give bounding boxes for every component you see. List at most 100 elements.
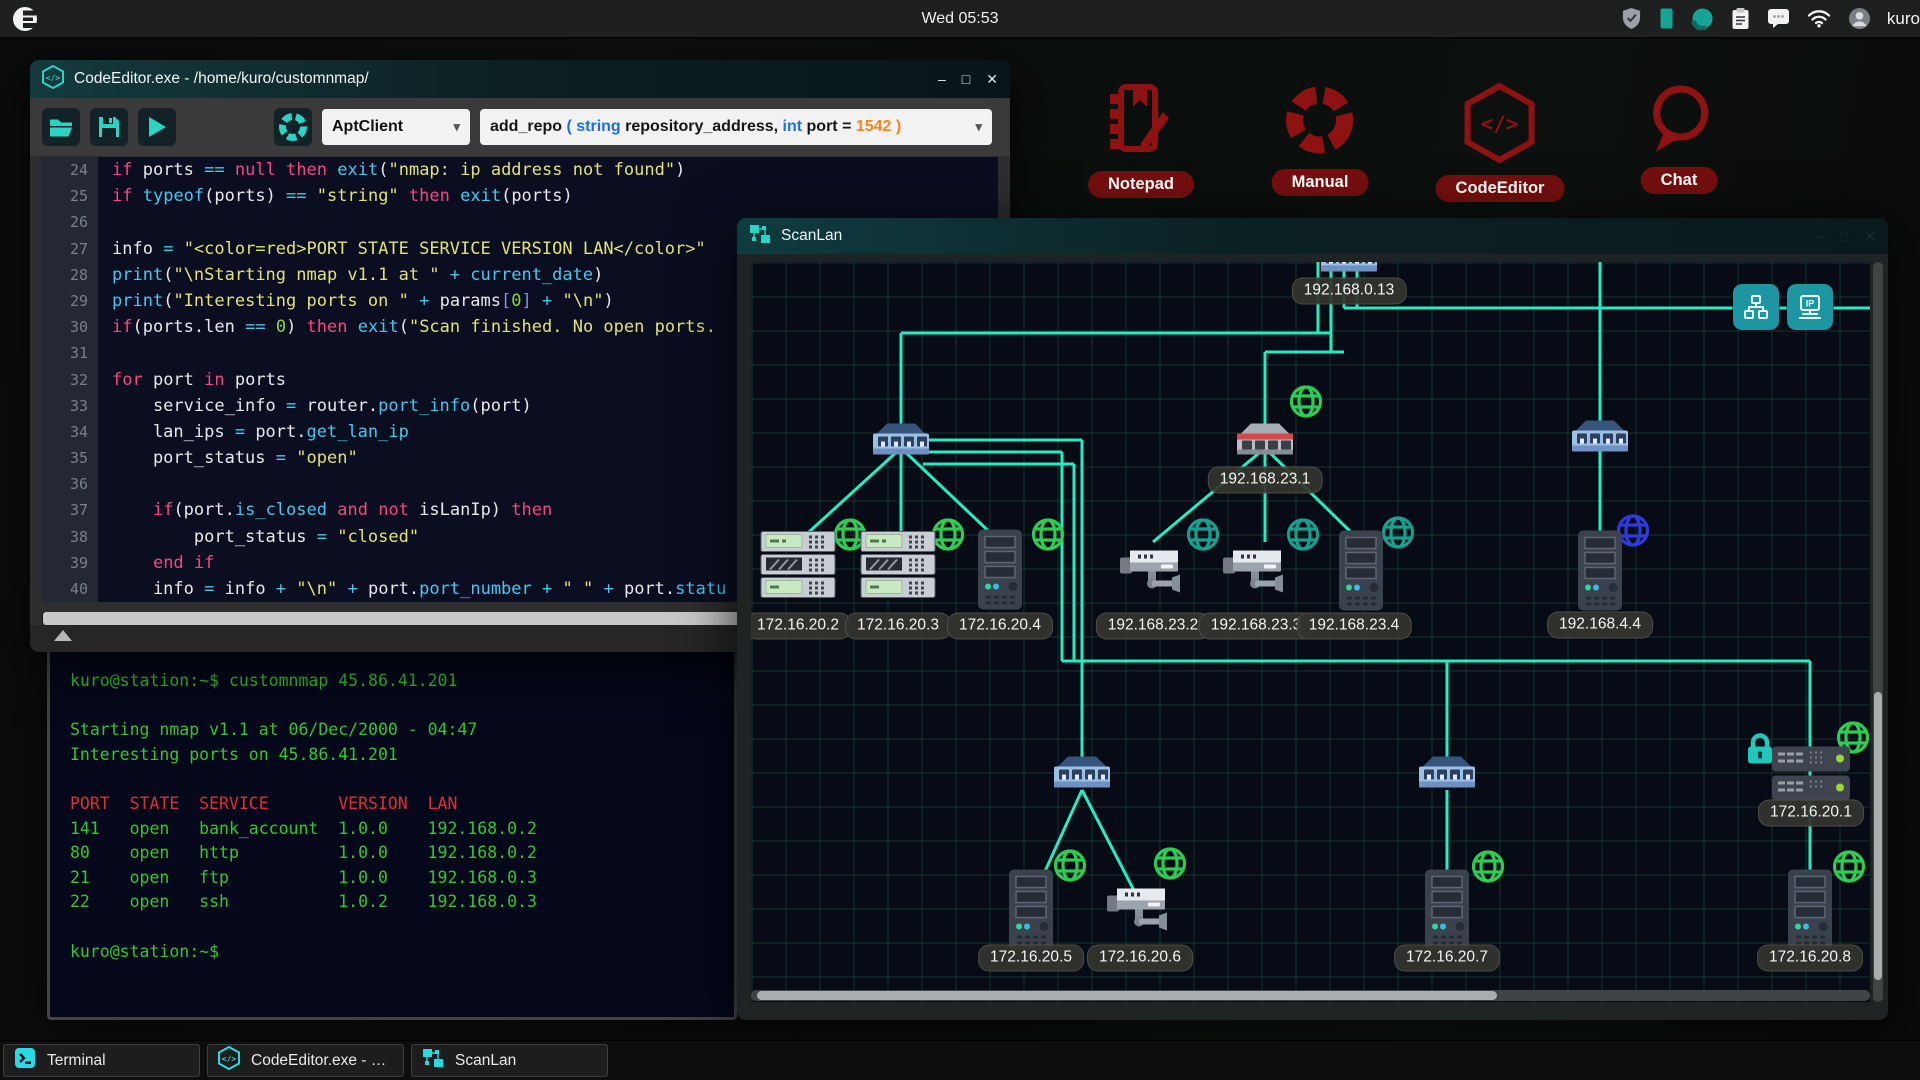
library-select[interactable]: AptClient ▾	[322, 109, 470, 145]
battery-icon[interactable]	[1659, 7, 1674, 30]
code-line: 25if typeof(ports) == "string" then exit…	[42, 183, 998, 209]
terminal-line: 141 open bank_account 1.0.0 192.168.0.2	[70, 817, 734, 842]
code-text: if ports == null then exit("nmap: ip add…	[98, 157, 685, 183]
minimize-button[interactable]: –	[938, 71, 946, 87]
device-camera[interactable]	[1118, 542, 1188, 603]
terminal-line: 21 open ftp 1.0.0 192.168.0.3	[70, 866, 734, 891]
desktop-icon-label: Chat	[1641, 167, 1718, 194]
code-text: if(port.is_closed and not isLanIp) then	[98, 497, 552, 523]
wifi-icon[interactable]	[1807, 9, 1831, 28]
terminal-line: kuro@station:~$ customnmap 45.86.41.201	[70, 669, 734, 694]
device-ip-label: 172.16.20.6	[1087, 945, 1193, 972]
line-number: 36	[42, 471, 98, 497]
scrollbar-thumb[interactable]	[757, 991, 1497, 1000]
scroll-up-arrow[interactable]	[54, 630, 72, 641]
taskbar: Terminal </> CodeEditor.exe - … ScanLan	[0, 1040, 1920, 1080]
clipboard-icon[interactable]	[1731, 7, 1750, 30]
device-tower[interactable]	[1423, 868, 1471, 957]
code-text: info = "<color=red>PORT STATE SERVICE VE…	[98, 236, 706, 262]
network-map[interactable]: 192.168.0.13192.168.23.1172.16.20.2172.1…	[751, 262, 1870, 1002]
device-ip-label: 172.16.20.2	[751, 613, 851, 640]
window-title: ScanLan	[781, 227, 842, 245]
save-file-button[interactable]	[90, 108, 128, 146]
device-switch-blue[interactable]	[1051, 754, 1113, 799]
library-icon	[274, 108, 312, 146]
system-tray	[1621, 7, 1885, 30]
code-editor-titlebar[interactable]: </> CodeEditor.exe - /home/kuro/customnm…	[30, 60, 1010, 98]
manual-red-icon	[1282, 82, 1358, 163]
desktop-icon-codeeditor[interactable]: </>CodeEditor	[1436, 82, 1565, 202]
line-number: 30	[42, 314, 98, 340]
globe-icon	[1287, 383, 1325, 426]
device-tower[interactable]	[1576, 529, 1624, 618]
maximize-button[interactable]: □	[962, 71, 970, 87]
taskbar-tab-terminal[interactable]: Terminal	[3, 1044, 200, 1077]
code-text: service_info = router.port_info(port)	[98, 393, 532, 419]
device-switch-blue[interactable]	[870, 421, 932, 466]
top-bar: Wed 05:53 kuro	[0, 0, 1920, 39]
device-camera[interactable]	[1221, 542, 1291, 603]
code-text: if typeof(ports) == "string" then exit(p…	[98, 183, 573, 209]
device-tower[interactable]	[1337, 529, 1385, 618]
device-tower[interactable]	[1007, 868, 1055, 957]
device-ip-label: 192.168.23.4	[1297, 613, 1412, 640]
desktop-icon-chat[interactable]: Chat	[1641, 82, 1718, 194]
avatar-icon[interactable]	[1848, 7, 1871, 30]
device-switch-blue[interactable]	[1569, 418, 1631, 463]
device-rack-green[interactable]	[859, 530, 937, 607]
function-signature-select[interactable]: add_repo ( string repository_address, in…	[480, 109, 992, 145]
globe-icon	[1830, 848, 1868, 891]
line-number: 35	[42, 445, 98, 471]
taskbar-tab-label: CodeEditor.exe - …	[251, 1052, 386, 1070]
library-select-value: AptClient	[332, 118, 403, 136]
chat-dots-icon[interactable]	[1767, 8, 1790, 29]
device-camera[interactable]	[1105, 880, 1175, 941]
taskbar-tab-codeeditor-exe-[interactable]: </> CodeEditor.exe - …	[207, 1044, 404, 1077]
svg-text:IP: IP	[1806, 299, 1815, 309]
run-button[interactable]	[138, 108, 176, 146]
scrollbar-thumb[interactable]	[1874, 692, 1882, 980]
code-text: port_status = "open"	[98, 445, 358, 471]
code-hexagon-icon: </>	[42, 65, 64, 94]
desktop-icon-manual[interactable]: Manual	[1272, 82, 1369, 196]
svg-text:</>: </>	[222, 1055, 237, 1064]
function-signature: add_repo ( string repository_address, in…	[490, 118, 901, 136]
os-logo-icon[interactable]	[12, 6, 38, 32]
taskbar-tab-scanlan[interactable]: ScanLan	[411, 1044, 608, 1077]
terminal-line: PORT STATE SERVICE VERSION LAN	[70, 792, 734, 817]
terminal-line: 22 open ssh 1.0.2 192.168.0.3	[70, 890, 734, 915]
storage-circle-icon[interactable]	[1691, 7, 1714, 30]
terminal-line: Starting nmap v1.1 at 06/Dec/2000 - 04:4…	[70, 718, 734, 743]
line-number: 27	[42, 236, 98, 262]
scanlan-titlebar[interactable]: ScanLan – □ ✕	[737, 218, 1888, 254]
code-editor-toolbar: AptClient ▾ add_repo ( string repository…	[30, 98, 1010, 156]
network-tree-button[interactable]	[1733, 284, 1779, 330]
terminal-line: kuro@station:~$	[70, 940, 734, 965]
close-button[interactable]: ✕	[986, 71, 998, 88]
minimize-button[interactable]: –	[1816, 228, 1824, 244]
globe-icon	[1051, 847, 1089, 890]
device-tower[interactable]	[1786, 868, 1834, 957]
scanlan-icon	[749, 223, 771, 250]
code-line: 24if ports == null then exit("nmap: ip a…	[42, 157, 998, 183]
open-file-button[interactable]	[42, 108, 80, 146]
terminal-line	[70, 767, 734, 792]
line-number: 37	[42, 497, 98, 523]
ip-monitor-button[interactable]: IP	[1787, 284, 1833, 330]
device-switch-red[interactable]	[1234, 421, 1296, 466]
shield-check-icon[interactable]	[1621, 7, 1642, 30]
device-ip-label: 192.168.0.13	[1292, 278, 1407, 305]
desktop-icon-notepad[interactable]: Notepad	[1088, 82, 1194, 198]
device-ip-label: 192.168.4.4	[1547, 612, 1653, 639]
device-rack-green[interactable]	[759, 530, 837, 607]
device-tower[interactable]	[976, 528, 1024, 617]
line-number: 31	[42, 340, 98, 366]
code-text: port_status = "closed"	[98, 524, 419, 550]
maximize-button[interactable]: □	[1840, 228, 1848, 244]
device-ip-label: 172.16.20.4	[947, 613, 1053, 640]
desktop: Wed 05:53 kuro NotepadManual</>CodeEdito…	[0, 0, 1920, 1080]
line-number: 25	[42, 183, 98, 209]
device-switch-blue[interactable]	[1416, 754, 1478, 799]
scanlan-window: ScanLan – □ ✕ 192.168.0.13192.168.23.117…	[737, 218, 1888, 1020]
close-button[interactable]: ✕	[1864, 228, 1876, 245]
